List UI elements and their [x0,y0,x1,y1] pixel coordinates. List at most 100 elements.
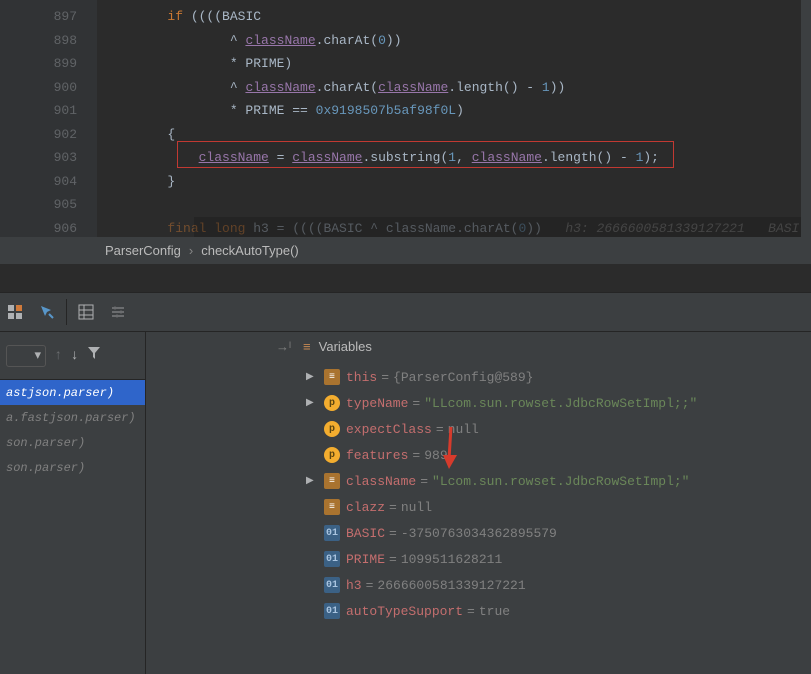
var-row-className[interactable]: ▶≡className="Lcom.sun.rowset.JdbcRowSetI… [146,468,811,494]
frame-label: son.parser) [6,461,85,475]
debugger-panel: ▾ ↑ ↓ astjson.parser) a.fastjson.parser)… [0,332,811,674]
eq: = [420,474,428,489]
punct: )) [386,33,402,48]
object-icon: ≡ [324,473,340,489]
expand-icon[interactable]: ▶ [306,397,314,409]
var-row-this[interactable]: ▶ ≡ this = {ParserConfig@589} [146,364,811,390]
line-number-gutter: 897 898 899 900 901 902 903 904 905 906 [0,0,97,237]
cursor-action-icon[interactable] [38,303,56,321]
line-number: 903 [0,146,77,170]
frame-item[interactable]: son.parser) [0,430,145,455]
table-view-icon[interactable] [77,303,95,321]
param-icon: p [324,395,340,411]
var-row-PRIME[interactable]: 01PRIME=1099511628211 [146,546,811,572]
code-line-897: if ((((BASIC [105,5,811,29]
brace: { [167,127,175,142]
frame-label: a.fastjson.parser) [6,411,136,425]
brace: } [167,174,175,189]
var-value: 989 [424,448,447,463]
breadcrumb-class[interactable]: ParserConfig [105,243,181,258]
number-icon: 01 [324,525,340,541]
var-name: clazz [346,500,385,515]
var-name: PRIME [346,552,385,567]
code-line-905 [105,193,811,217]
var-value: null [448,422,479,437]
object-icon: ≡ [324,369,340,385]
line-number: 899 [0,52,77,76]
var-row-clazz[interactable]: ≡clazz=null [146,494,811,520]
var-className: className [245,33,315,48]
method: .charAt( [316,33,378,48]
var-value: "LLcom.sun.rowset.JdbcRowSetImpl;;" [424,396,697,411]
line-number: 901 [0,99,77,123]
code-line-898: ^ className.charAt(0)) [105,29,811,53]
var-value: 1099511628211 [401,552,502,567]
pin-icon[interactable]: →ˡ [276,339,291,354]
frame-label: astjson.parser) [6,386,114,400]
line-number: 902 [0,123,77,147]
var-value: true [479,604,510,619]
param-icon: p [324,421,340,437]
var-name: this [346,370,377,385]
var-row-typeName[interactable]: ▶ptypeName="LLcom.sun.rowset.JdbcRowSetI… [146,390,811,416]
editor-bottom-fade [194,217,801,237]
number-icon: 01 [324,551,340,567]
variables-list[interactable]: ▶ ≡ this = {ParserConfig@589} ▶ p typeName = "LL… [146,360,811,674]
vertical-scrollbar[interactable] [801,0,811,237]
var-value: {ParserConfig@589} [393,370,533,385]
variables-title: Variables [319,339,372,354]
ident: BASIC [222,9,261,24]
var-row-BASIC[interactable]: 01BASIC=-3750763034362895579 [146,520,811,546]
code-line-904: } [105,170,811,194]
frame-item[interactable]: son.parser) [0,455,145,480]
line-number: 898 [0,29,77,53]
chevron-down-icon: ▾ [34,348,41,363]
var-value: null [401,500,432,515]
code-line-899: * PRIME) [105,52,811,76]
text: * PRIME == [230,103,316,118]
keyword-if: if [167,9,183,24]
var-name: className [346,474,416,489]
settings-icon[interactable] [109,303,127,321]
layout-icon[interactable] [6,303,24,321]
frame-item[interactable]: a.fastjson.parser) [0,405,145,430]
debugger-toolbar [0,292,811,332]
var-name: h3 [346,578,362,593]
eq: = [412,448,420,463]
var-row-h3[interactable]: 01h3=2666600581339127221 [146,572,811,598]
frame-item[interactable]: astjson.parser) [0,380,145,405]
eq: = [436,422,444,437]
frame-label: son.parser) [6,436,85,450]
method: .length() - [448,80,542,95]
number: 1 [542,80,550,95]
number-icon: 01 [324,603,340,619]
thread-dropdown[interactable]: ▾ [6,345,46,367]
variables-header: →ˡ ≡ Variables [146,332,811,360]
filter-icon[interactable] [87,346,101,365]
var-className: className [245,80,315,95]
eq: = [366,578,374,593]
object-icon: ≡ [324,499,340,515]
line-number: 905 [0,193,77,217]
next-frame-icon[interactable]: ↓ [70,348,78,364]
var-row-autoTypeSupport[interactable]: 01autoTypeSupport=true [146,598,811,624]
var-value: -3750763034362895579 [401,526,557,541]
var-row-expectClass[interactable]: p expectClass = null [146,416,811,442]
prev-frame-icon[interactable]: ↑ [54,348,62,364]
chevron-right-icon: › [189,243,193,258]
toolbar-separator [66,299,67,325]
frames-header: ▾ ↑ ↓ [0,332,145,380]
code-line-901: * PRIME == 0x9198507b5af98f0L) [105,99,811,123]
editor-area: 897 898 899 900 901 902 903 904 905 906 … [0,0,811,237]
expand-icon[interactable]: ▶ [306,475,314,487]
var-row-features[interactable]: pfeatures=989 [146,442,811,468]
code-editor[interactable]: if ((((BASIC ^ className.charAt(0)) * PR… [97,0,811,237]
var-name: typeName [346,396,408,411]
breadcrumb-method[interactable]: checkAutoType() [201,243,299,258]
var-name: autoTypeSupport [346,604,463,619]
method: .charAt( [316,80,378,95]
frames-list[interactable]: astjson.parser) a.fastjson.parser) son.p… [0,380,145,674]
eq: = [381,370,389,385]
var-name: expectClass [346,422,432,437]
expand-icon[interactable]: ▶ [306,371,314,383]
